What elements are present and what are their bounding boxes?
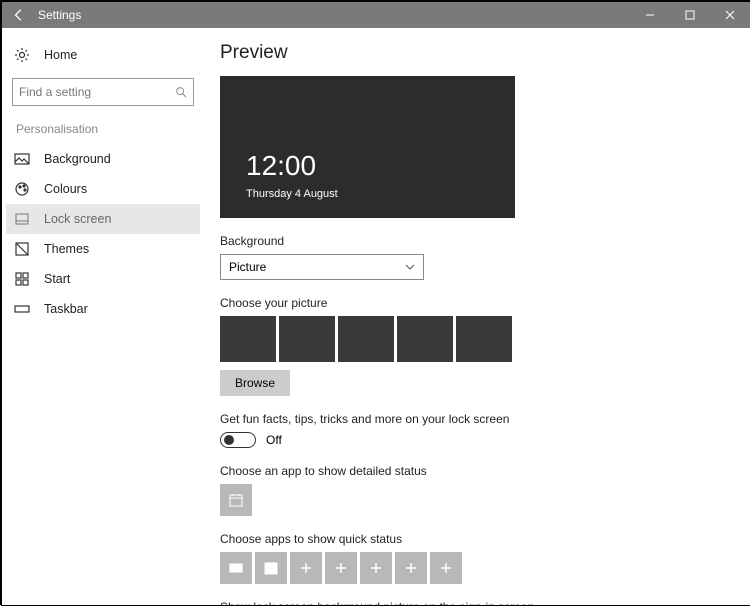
- sidebar: Home Find a setting Personalisation Back…: [2, 28, 204, 605]
- nav-lock-screen[interactable]: Lock screen: [6, 204, 200, 234]
- nav-background[interactable]: Background: [6, 144, 200, 174]
- picture-thumb[interactable]: [220, 316, 276, 362]
- fun-facts-state: Off: [266, 433, 282, 447]
- preview-time: 12:00: [246, 150, 316, 182]
- page-heading: Preview: [220, 42, 750, 64]
- quick-status-slot[interactable]: [290, 552, 322, 584]
- search-icon: [175, 86, 187, 98]
- mail-icon: [228, 560, 244, 576]
- fun-facts-label: Get fun facts, tips, tricks and more on …: [220, 412, 750, 426]
- nav-item-label: Themes: [44, 242, 89, 256]
- choose-picture-label: Choose your picture: [220, 296, 750, 310]
- close-button[interactable]: [710, 2, 750, 28]
- window-title: Settings: [36, 8, 81, 22]
- search-input[interactable]: Find a setting: [12, 78, 194, 106]
- plus-icon: [298, 560, 314, 576]
- picture-thumb[interactable]: [279, 316, 335, 362]
- nav-colours[interactable]: Colours: [6, 174, 200, 204]
- background-dropdown[interactable]: Picture: [220, 254, 424, 280]
- detailed-status-slot[interactable]: [220, 484, 252, 516]
- background-value: Picture: [229, 260, 266, 274]
- titlebar: Settings: [2, 2, 750, 28]
- nav-item-label: Background: [44, 152, 111, 166]
- picture-thumb[interactable]: [338, 316, 394, 362]
- nav-home-label: Home: [44, 48, 77, 62]
- nav-themes[interactable]: Themes: [6, 234, 200, 264]
- search-placeholder: Find a setting: [19, 85, 91, 99]
- quick-status-slot[interactable]: [360, 552, 392, 584]
- taskbar-icon: [14, 301, 30, 317]
- browse-button[interactable]: Browse: [220, 370, 290, 396]
- fun-facts-toggle[interactable]: [220, 432, 256, 448]
- signin-picture-label: Show lock screen background picture on t…: [220, 600, 750, 605]
- plus-icon: [403, 560, 419, 576]
- picture-thumbnails: [220, 316, 750, 362]
- maximize-button[interactable]: [670, 2, 710, 28]
- nav-start[interactable]: Start: [6, 264, 200, 294]
- palette-icon: [14, 181, 30, 197]
- lock-screen-icon: [14, 211, 30, 227]
- background-label: Background: [220, 234, 750, 248]
- picture-thumb[interactable]: [397, 316, 453, 362]
- quick-status-slot[interactable]: [220, 552, 252, 584]
- quick-status-slot[interactable]: [325, 552, 357, 584]
- quick-status-slots: [220, 552, 750, 584]
- plus-icon: [438, 560, 454, 576]
- back-button[interactable]: [2, 2, 36, 28]
- nav-item-label: Taskbar: [44, 302, 88, 316]
- quick-status-slot[interactable]: [255, 552, 287, 584]
- nav-home[interactable]: Home: [6, 40, 200, 70]
- nav-item-label: Start: [44, 272, 70, 286]
- picture-icon: [14, 151, 30, 167]
- nav-item-label: Colours: [44, 182, 87, 196]
- nav-taskbar[interactable]: Taskbar: [6, 294, 200, 324]
- quick-status-slot[interactable]: [395, 552, 427, 584]
- start-icon: [14, 271, 30, 287]
- gear-icon: [14, 47, 30, 63]
- calendar-icon: [263, 560, 279, 576]
- plus-icon: [333, 560, 349, 576]
- quick-status-slot[interactable]: [430, 552, 462, 584]
- content: Preview 12:00 Thursday 4 August Backgrou…: [204, 28, 750, 605]
- quick-status-label: Choose apps to show quick status: [220, 532, 750, 546]
- plus-icon: [368, 560, 384, 576]
- sidebar-group-label: Personalisation: [6, 120, 200, 144]
- detailed-status-label: Choose an app to show detailed status: [220, 464, 750, 478]
- nav-item-label: Lock screen: [44, 212, 111, 226]
- calendar-icon: [228, 492, 244, 508]
- picture-thumb[interactable]: [456, 316, 512, 362]
- minimize-button[interactable]: [630, 2, 670, 28]
- themes-icon: [14, 241, 30, 257]
- preview-date: Thursday 4 August: [246, 188, 338, 200]
- chevron-down-icon: [405, 262, 415, 272]
- lockscreen-preview: 12:00 Thursday 4 August: [220, 76, 515, 218]
